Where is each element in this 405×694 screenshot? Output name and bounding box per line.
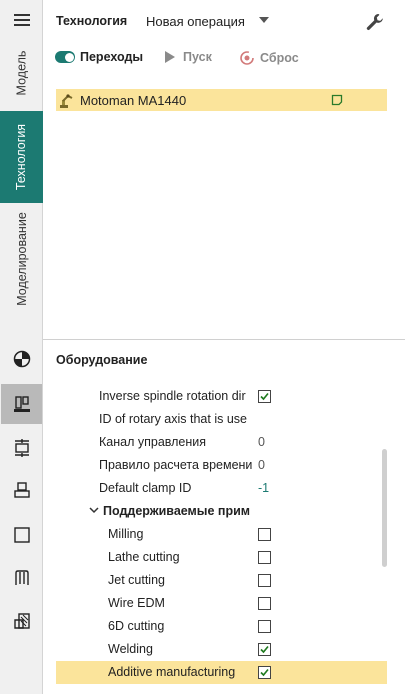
chevron-down-icon[interactable] [259,17,269,23]
property-value[interactable]: 0 [258,435,265,449]
checkbox-unchecked[interactable] [258,620,271,633]
tab-simulation[interactable]: Моделирование [0,203,43,315]
properties-panel: Оборудование Inverse spindle rotation di… [43,340,405,694]
property-row[interactable]: 6D cutting [56,615,387,638]
tab-model-label: Модель [14,50,29,96]
checkbox-checked[interactable] [258,643,271,656]
property-label: Jet cutting [108,573,165,587]
tab-simulation-label: Моделирование [14,212,29,306]
property-value[interactable]: -1 [258,481,269,495]
play-icon [165,51,175,63]
checkbox-unchecked[interactable] [258,528,271,541]
property-row[interactable]: Welding [56,638,387,661]
run-label: Пуск [183,50,212,64]
checkbox-unchecked[interactable] [258,597,271,610]
property-row[interactable]: Канал управления 0 [56,431,387,454]
reset-label: Сброс [260,51,299,65]
left-rail: Модель Технология Моделирование [0,0,43,694]
property-row[interactable]: Wire EDM [56,592,387,615]
property-row[interactable]: ID of rotary axis that is use [56,408,387,431]
group-label: Поддерживаемые прим [103,504,251,518]
robot-icon [60,94,73,108]
tree-item-robot[interactable]: Motoman MA1440 [56,89,387,111]
property-label: ID of rotary axis that is use [99,412,247,426]
origin-icon[interactable] [1,339,42,379]
tool-icon[interactable] [1,558,42,598]
wrench-icon[interactable] [365,12,385,32]
checkbox-checked[interactable] [258,390,271,403]
property-label: Additive manufacturing [108,665,236,679]
tab-model[interactable]: Модель [0,40,43,106]
reset-icon [240,51,254,65]
note-icon [331,94,343,106]
property-value[interactable]: 0 [258,458,265,472]
property-row-selected[interactable]: Additive manufacturing [56,661,387,684]
property-row[interactable]: Default clamp ID -1 [56,477,387,500]
machine-icon[interactable] [1,384,42,424]
group-row[interactable]: Поддерживаемые прим [56,500,387,523]
property-label: Канал управления [99,435,207,449]
property-row[interactable]: Inverse spindle rotation dir [56,385,387,408]
page-title: Технология [56,14,128,28]
part-icon[interactable] [1,601,42,641]
properties-title: Оборудование [56,353,148,367]
property-row[interactable]: Lathe cutting [56,546,387,569]
property-row[interactable]: Правило расчета времени 0 [56,454,387,477]
property-label: Inverse spindle rotation dir [99,389,246,403]
checkbox-unchecked[interactable] [258,574,271,587]
reset-button[interactable]: Сброс [239,50,299,66]
property-label: Wire EDM [108,596,165,610]
stock-icon[interactable] [1,428,42,468]
property-label: Default clamp ID [99,481,192,495]
tab-technology-label: Технология [14,123,29,191]
operation-tree: Motoman MA1440 [43,80,405,338]
run-button[interactable]: Пуск [163,50,212,64]
header: Технология Новая операция [43,0,405,42]
transitions-toggle[interactable]: Переходы [55,50,143,64]
property-row[interactable]: Jet cutting [56,569,387,592]
scrollbar[interactable] [382,449,387,567]
property-label: Правило расчета времени [99,458,253,472]
transitions-label: Переходы [80,50,144,64]
property-label: Lathe cutting [108,550,180,564]
workpiece-icon[interactable] [1,515,42,555]
fixture-icon[interactable] [1,470,42,510]
property-label: Welding [108,642,153,656]
tree-item-label: Motoman MA1440 [80,92,187,108]
chevron-down-icon[interactable] [89,505,99,515]
property-label: Milling [108,527,144,541]
hamburger-menu-icon[interactable] [0,0,43,40]
toolbar: Переходы Пуск Сброс [43,44,405,72]
property-label: 6D cutting [108,619,165,633]
checkbox-unchecked[interactable] [258,551,271,564]
checkbox-checked[interactable] [258,666,271,679]
property-row[interactable]: Milling [56,523,387,546]
tab-technology[interactable]: Технология [0,111,43,203]
toggle-icon [55,51,75,63]
operation-dropdown[interactable]: Новая операция [146,14,245,29]
